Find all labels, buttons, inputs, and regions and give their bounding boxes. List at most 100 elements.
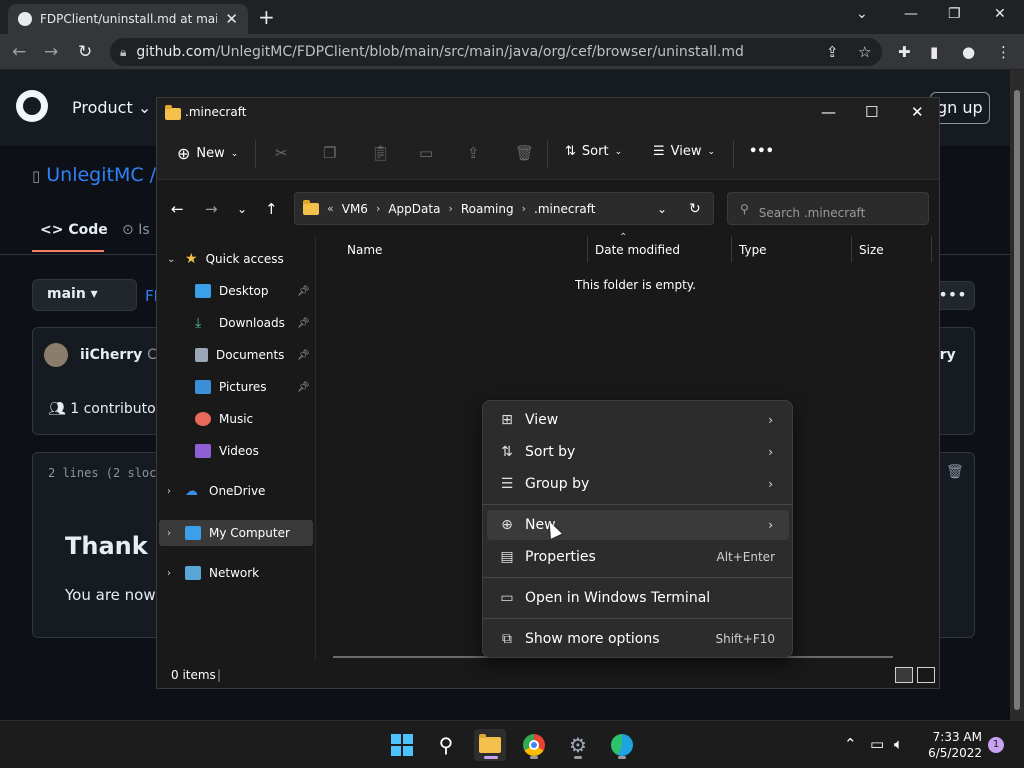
minimize-icon[interactable]: — bbox=[904, 6, 918, 22]
column-header-size[interactable]: Size bbox=[859, 243, 884, 257]
address-path[interactable]: « VM6 › AppData › Roaming › .minecraft ⌄… bbox=[294, 192, 714, 225]
volume-icon[interactable]: 🔈︎ bbox=[894, 735, 903, 753]
nav-item-desktop[interactable]: Desktop 📌︎ bbox=[195, 278, 313, 304]
copy-icon[interactable]: ❐ bbox=[323, 144, 336, 162]
menu-item-group-by[interactable]: ☰ Group by › bbox=[487, 469, 789, 499]
nav-item-network[interactable]: › Network bbox=[167, 560, 259, 586]
browser-tab[interactable]: FDPClient/uninstall.md at main · Unlegit… bbox=[8, 4, 248, 34]
chevron-right-icon[interactable]: › bbox=[167, 568, 177, 579]
column-header-name[interactable]: Name bbox=[347, 243, 382, 257]
menu-item-properties[interactable]: ▤ Properties Alt+Enter bbox=[487, 542, 789, 572]
nav-item-my-computer[interactable]: › My Computer bbox=[167, 520, 290, 546]
github-logo-icon[interactable] bbox=[16, 90, 48, 122]
contributors-link[interactable]: 👥︎ 1 contributor bbox=[48, 401, 161, 417]
new-button[interactable]: ⊕ New ⌄ bbox=[177, 144, 238, 163]
rename-icon[interactable]: ▭ bbox=[419, 144, 433, 162]
product-menu[interactable]: Product ⌄ bbox=[72, 98, 151, 117]
column-separator[interactable] bbox=[731, 236, 732, 262]
nav-item-music[interactable]: Music bbox=[195, 406, 253, 432]
path-segment[interactable]: Roaming bbox=[461, 202, 514, 216]
up-icon[interactable]: ↑ bbox=[265, 200, 278, 218]
column-separator[interactable] bbox=[931, 236, 932, 262]
paste-icon[interactable]: 📋︎ bbox=[371, 144, 390, 162]
delete-icon[interactable]: 🗑︎ bbox=[946, 464, 964, 480]
side-panel-icon[interactable]: ▮ bbox=[930, 43, 938, 61]
explorer-titlebar[interactable]: .minecraft — ☐ ✕ bbox=[157, 98, 939, 128]
nav-item-quick-access[interactable]: ⌄ ★ Quick access bbox=[167, 246, 284, 272]
chevron-down-icon[interactable]: ⌄ bbox=[167, 254, 177, 265]
back-icon[interactable]: ← bbox=[171, 200, 184, 218]
reload-icon[interactable]: ↻ bbox=[78, 42, 92, 62]
search-box[interactable]: ⚲ bbox=[727, 192, 929, 225]
tab-issues[interactable]: ⊙ Is bbox=[122, 222, 150, 238]
start-button[interactable] bbox=[386, 729, 418, 761]
taskbar-file-explorer[interactable] bbox=[474, 729, 506, 761]
search-input[interactable] bbox=[758, 202, 919, 224]
nav-item-onedrive[interactable]: › ☁ OneDrive bbox=[167, 478, 265, 504]
system-clock[interactable]: 7:33 AM 6/5/2022 bbox=[922, 729, 982, 761]
nav-item-videos[interactable]: Videos bbox=[195, 438, 259, 464]
column-header-type[interactable]: Type bbox=[739, 243, 767, 257]
close-tab-icon[interactable]: ✕ bbox=[225, 10, 238, 28]
close-icon[interactable]: ✕ bbox=[911, 103, 924, 121]
scrollbar-thumb[interactable] bbox=[1014, 90, 1020, 710]
minimize-icon[interactable]: — bbox=[821, 103, 836, 121]
cut-icon[interactable]: ✂ bbox=[275, 144, 288, 162]
column-separator[interactable] bbox=[587, 236, 588, 262]
forward-icon[interactable]: → bbox=[44, 42, 58, 62]
chevron-right-icon[interactable]: › bbox=[448, 202, 452, 215]
tab-search-icon[interactable]: ⌄ bbox=[856, 6, 868, 22]
menu-item-sort-by[interactable]: ⇅ Sort by › bbox=[487, 437, 789, 467]
chevron-down-icon[interactable]: ⌄ bbox=[657, 202, 667, 216]
column-header-date-modified[interactable]: Date modified bbox=[595, 243, 680, 257]
details-view-button[interactable] bbox=[895, 667, 913, 683]
taskbar-edge[interactable] bbox=[606, 729, 638, 761]
tab-code[interactable]: <> Code bbox=[40, 222, 108, 238]
repo-title[interactable]: ▯ UnlegitMC / bbox=[32, 164, 156, 186]
profile-icon[interactable]: ● bbox=[962, 43, 975, 61]
bookmark-star-icon[interactable]: ☆ bbox=[858, 43, 871, 61]
large-icons-view-button[interactable] bbox=[917, 667, 935, 683]
restore-icon[interactable]: ❐ bbox=[948, 6, 961, 22]
avatar[interactable] bbox=[44, 343, 68, 367]
taskbar-settings[interactable]: ⚙ bbox=[562, 729, 594, 761]
show-hidden-icons-chevron-up-icon[interactable]: ⌃ bbox=[844, 735, 857, 753]
menu-item-show-more-options[interactable]: ⧉ Show more options Shift+F10 bbox=[487, 624, 789, 654]
chevron-right-icon[interactable]: › bbox=[167, 528, 177, 539]
chevron-right-icon[interactable]: › bbox=[167, 486, 177, 497]
address-bar[interactable]: 🔒︎ github.com/UnlegitMC/FDPClient/blob/m… bbox=[110, 38, 882, 66]
sort-button[interactable]: ⇅ Sort ⌄ bbox=[565, 144, 622, 159]
nav-item-downloads[interactable]: ⤓ Downloads 📌︎ bbox=[195, 310, 313, 336]
recent-locations-icon[interactable]: ⌄ bbox=[237, 202, 247, 216]
nav-item-pictures[interactable]: Pictures 📌︎ bbox=[195, 374, 313, 400]
forward-icon[interactable]: → bbox=[205, 200, 218, 218]
path-segment[interactable]: VM6 bbox=[342, 202, 368, 216]
menu-kebab-icon[interactable]: ⋮ bbox=[996, 43, 1011, 61]
refresh-icon[interactable]: ↻ bbox=[689, 201, 701, 217]
menu-item-new[interactable]: ⊕ New › bbox=[487, 510, 789, 540]
chevron-right-icon[interactable]: › bbox=[522, 202, 526, 215]
overflow-icon[interactable]: « bbox=[327, 202, 334, 215]
nav-item-documents[interactable]: Documents 📌︎ bbox=[195, 342, 313, 368]
new-tab-icon[interactable]: + bbox=[258, 5, 275, 29]
search-button[interactable]: ⚲ bbox=[430, 729, 462, 761]
menu-item-open-terminal[interactable]: ▭ Open in Windows Terminal bbox=[487, 583, 789, 613]
share-icon[interactable]: ⇪ bbox=[467, 144, 480, 162]
see-more-button[interactable]: ••• bbox=[749, 144, 774, 159]
page-scrollbar[interactable] bbox=[1010, 70, 1024, 720]
view-button[interactable]: ☰ View ⌄ bbox=[653, 144, 715, 159]
menu-item-view[interactable]: ⊞ View › bbox=[487, 405, 789, 435]
taskbar-chrome[interactable] bbox=[518, 729, 550, 761]
notification-badge[interactable]: 1 bbox=[988, 737, 1004, 753]
path-segment[interactable]: AppData bbox=[388, 202, 440, 216]
branch-selector[interactable]: main ▾ bbox=[32, 279, 137, 311]
path-segment[interactable]: .minecraft bbox=[534, 202, 595, 216]
column-separator[interactable] bbox=[851, 236, 852, 262]
extensions-icon[interactable]: ✚ bbox=[898, 43, 911, 61]
pane-divider[interactable] bbox=[315, 236, 316, 660]
delete-icon[interactable]: 🗑︎ bbox=[515, 144, 534, 162]
close-window-icon[interactable]: ✕ bbox=[994, 6, 1006, 22]
maximize-icon[interactable]: ☐ bbox=[865, 103, 878, 121]
network-icon[interactable]: ▭ bbox=[870, 735, 884, 753]
back-icon[interactable]: ← bbox=[12, 42, 26, 62]
